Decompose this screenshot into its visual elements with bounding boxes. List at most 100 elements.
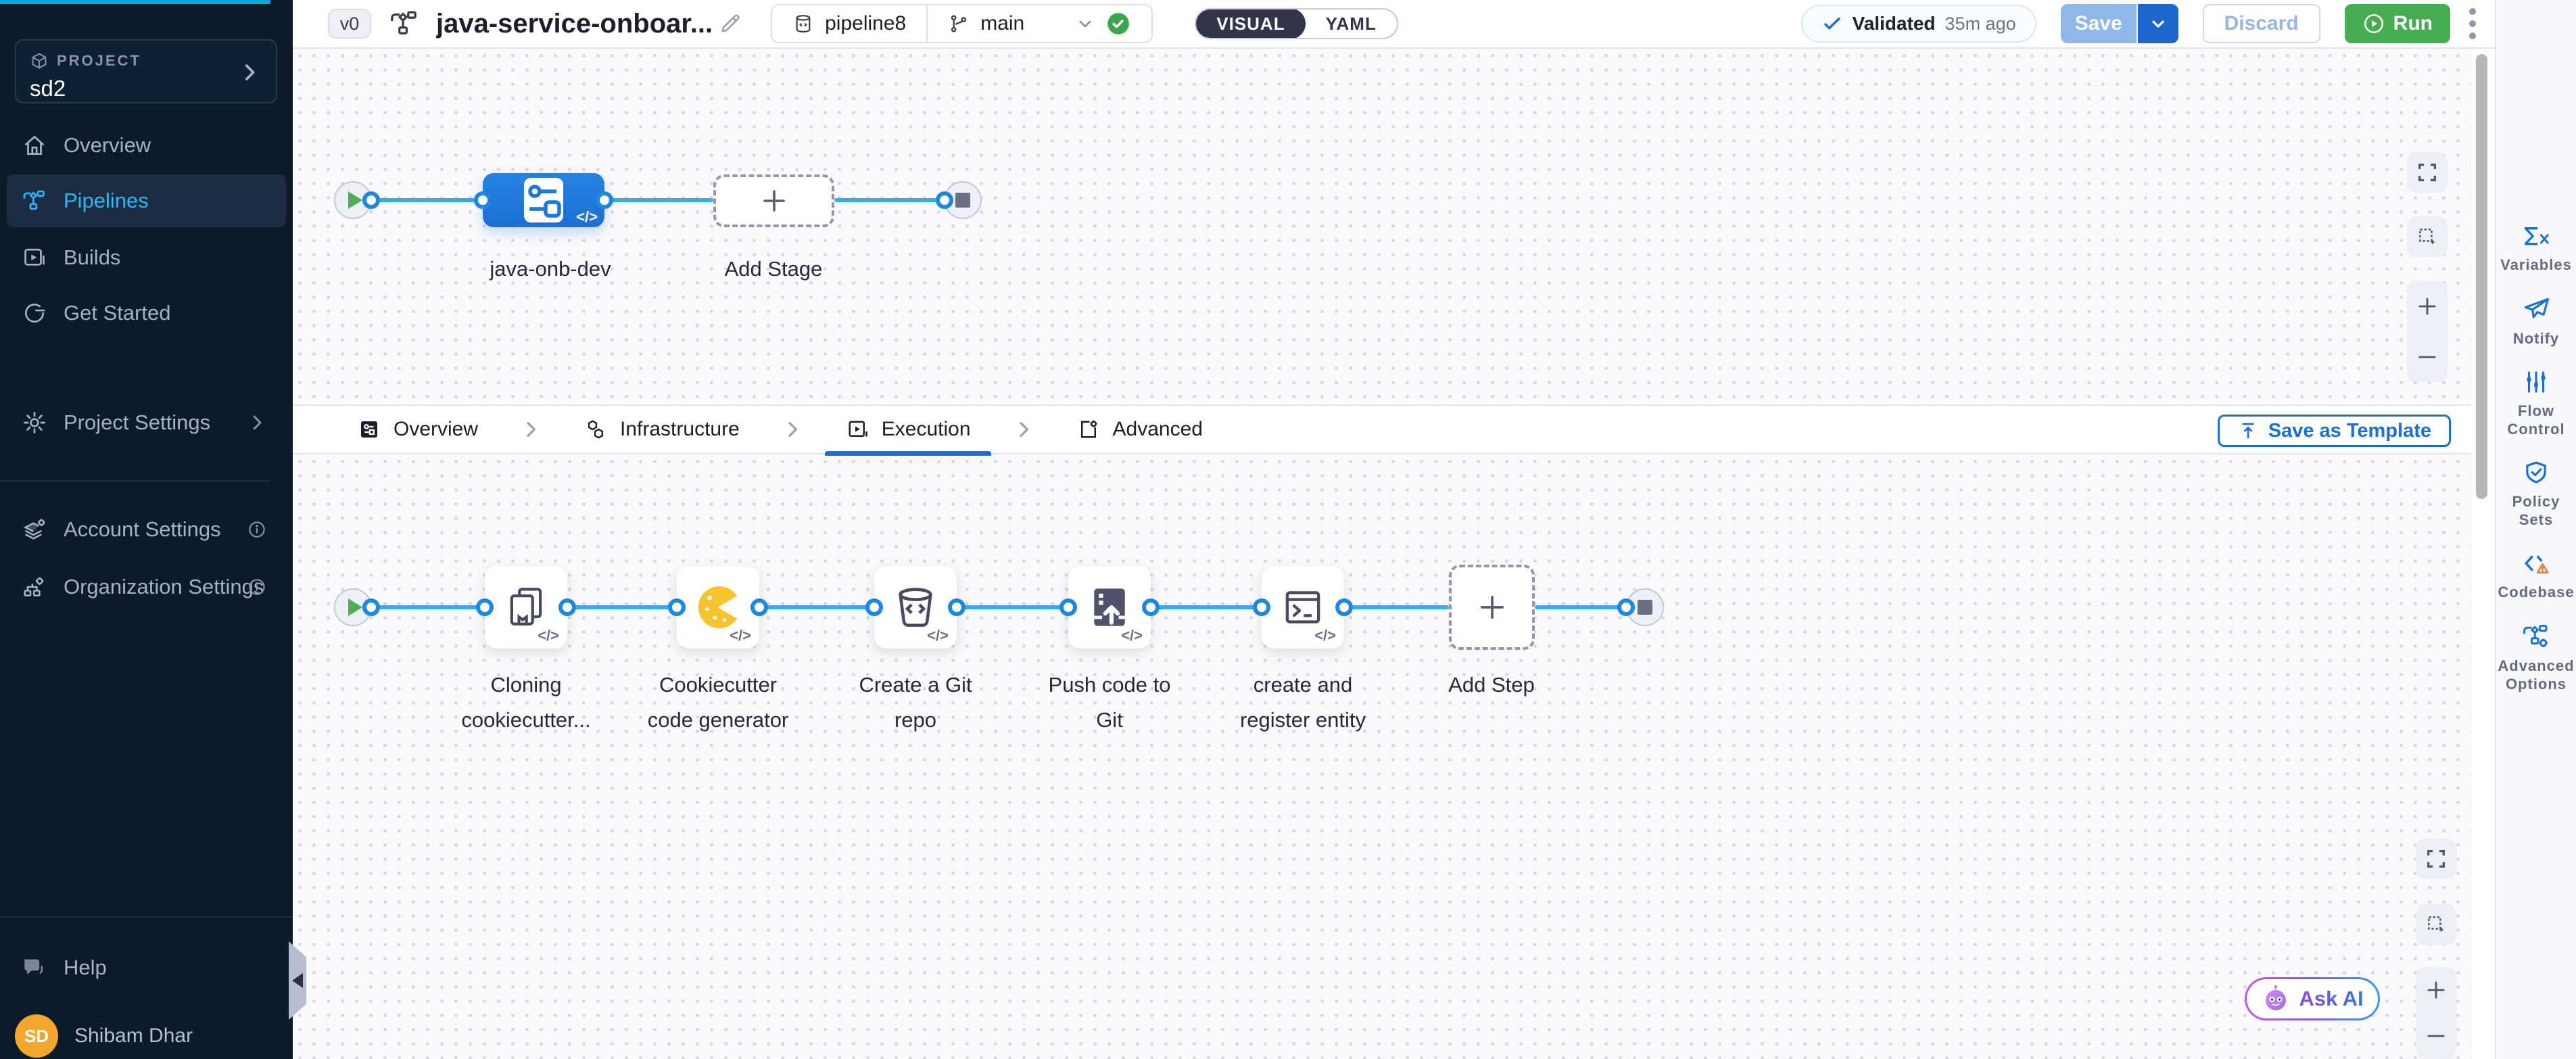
chevron-right-icon: [1013, 419, 1034, 440]
edit-pencil-icon[interactable]: [718, 11, 742, 36]
pipeline-select[interactable]: pipeline8: [772, 5, 926, 42]
branch-select[interactable]: main: [928, 5, 1151, 42]
sidebar-divider: [0, 916, 293, 918]
rail-item-advanced-options[interactable]: Advanced Options: [2498, 621, 2574, 693]
rail-item-policy-sets[interactable]: Policy Sets: [2498, 458, 2574, 529]
run-button[interactable]: Run: [2345, 4, 2450, 43]
chevron-down-icon: [2149, 14, 2168, 33]
stage-node-java-onb-dev[interactable]: </>: [483, 173, 604, 227]
zoom-out-icon[interactable]: [2423, 1023, 2449, 1049]
account-settings-icon: [22, 517, 47, 542]
selection-icon: [2416, 225, 2439, 248]
toggle-visual[interactable]: VISUAL: [1196, 8, 1305, 39]
sidebar-item-label: Overview: [64, 133, 151, 158]
pipeline-title: java-service-onboar...: [436, 9, 713, 39]
fit-to-screen-button[interactable]: [2407, 216, 2448, 257]
fullscreen-button[interactable]: [2407, 152, 2448, 193]
save-as-template-label: Save as Template: [2268, 420, 2431, 442]
add-step-button[interactable]: [1449, 565, 1535, 650]
sidebar-item-builds[interactable]: Builds: [7, 231, 286, 284]
step-node-cookiecutter-generator[interactable]: </>: [677, 566, 759, 649]
builds-icon: [22, 245, 47, 270]
tab-overview[interactable]: Overview: [357, 404, 478, 454]
more-options-kebab-icon[interactable]: [2469, 8, 2476, 39]
connector: [957, 605, 1068, 609]
rail-item-flow-control[interactable]: Flow Control: [2498, 368, 2574, 438]
save-options-button[interactable]: [2137, 4, 2178, 43]
connector: [1151, 605, 1262, 609]
node-port: [596, 191, 613, 209]
sidebar-item-label: Pipelines: [64, 189, 149, 213]
pipeline-branch-selector: pipeline8 main: [771, 4, 1153, 43]
zoom-in-icon[interactable]: [2414, 293, 2440, 319]
discard-button[interactable]: Discard: [2203, 4, 2320, 43]
execution-graph-canvas[interactable]: </> Cloningcookiecutter... </> Cookiecut…: [293, 454, 2471, 1059]
tab-infrastructure[interactable]: Infrastructure: [583, 404, 740, 454]
node-port: [1059, 598, 1077, 616]
validated-status: Validated 35m ago: [1801, 5, 2036, 43]
add-stage-button[interactable]: [713, 174, 834, 227]
zoom-in-icon[interactable]: [2423, 977, 2449, 1003]
tab-execution[interactable]: Execution: [845, 404, 971, 454]
version-badge: v0: [328, 9, 371, 39]
play-icon: [348, 598, 362, 616]
rail-label: Advanced Options: [2498, 657, 2574, 693]
plus-icon: [1475, 590, 1510, 625]
validated-label: Validated: [1853, 13, 1936, 34]
save-as-template-button[interactable]: Save as Template: [2218, 415, 2451, 447]
get-started-icon: [22, 300, 47, 326]
rail-item-codebase[interactable]: Codebase: [2498, 549, 2574, 601]
step-node-cloning-cookiecutter[interactable]: </>: [485, 566, 567, 649]
stage-graph-canvas[interactable]: </> java-onb-dev Add Stage: [293, 49, 2471, 404]
user-name: Shibam Dhar: [74, 1025, 193, 1048]
project-selector[interactable]: PROJECT sd2: [15, 39, 277, 103]
git-clone-icon: [500, 581, 552, 634]
step-node-create-register-entity[interactable]: </>: [1262, 566, 1344, 649]
step-label: Push code toGit: [1001, 667, 1218, 738]
fit-to-screen-button[interactable]: [2416, 904, 2456, 945]
advanced-tab-icon: [1076, 417, 1101, 442]
sidebar-item-get-started[interactable]: Get Started: [7, 287, 286, 339]
pipeline-store-icon: [792, 13, 814, 34]
tab-advanced[interactable]: Advanced: [1076, 404, 1203, 454]
step-node-push-code-to-git[interactable]: </>: [1068, 566, 1151, 649]
advanced-options-icon: [2521, 621, 2551, 651]
rail-item-notify[interactable]: Notify: [2498, 294, 2574, 348]
pipelines-icon: [22, 188, 47, 214]
sidebar-item-label: Project Settings: [64, 410, 210, 435]
node-port: [476, 598, 494, 616]
fullscreen-button[interactable]: [2416, 839, 2456, 879]
node-port: [948, 598, 965, 616]
chevron-down-icon: [1076, 14, 1095, 33]
rail-item-variables[interactable]: Variables: [2498, 223, 2574, 274]
save-button[interactable]: Save: [2061, 4, 2137, 43]
code-badge: </>: [538, 627, 559, 644]
sidebar-item-project-settings[interactable]: Project Settings: [7, 396, 286, 449]
node-port: [1142, 598, 1160, 616]
sidebar-item-account-settings[interactable]: Account Settings: [7, 503, 286, 556]
infrastructure-tab-icon: [583, 417, 608, 442]
sidebar-item-overview[interactable]: Overview: [7, 119, 286, 172]
sidebar-item-label: Get Started: [64, 301, 171, 325]
run-play-icon: [2362, 12, 2385, 35]
toggle-yaml[interactable]: YAML: [1306, 8, 1397, 39]
node-port: [1253, 598, 1270, 616]
node-port: [865, 598, 883, 616]
step-label: Cloningcookiecutter...: [418, 667, 634, 738]
node-port: [668, 598, 686, 616]
sidebar-item-organization-settings[interactable]: Organization Settings: [7, 561, 286, 613]
zoom-out-icon[interactable]: [2414, 344, 2440, 370]
tab-label: Infrastructure: [620, 418, 740, 441]
chevron-right-icon: [782, 419, 803, 440]
create-repo-icon: [889, 581, 942, 634]
sidebar-item-pipelines[interactable]: Pipelines: [7, 174, 286, 227]
step-node-create-git-repo[interactable]: </>: [874, 566, 957, 649]
ask-ai-button[interactable]: Ask AI: [2245, 977, 2380, 1020]
pipeline-header: v0 java-service-onboar... pipeline8 main…: [293, 0, 2495, 49]
pipeline-tree-icon: [389, 8, 420, 39]
user-menu[interactable]: SD Shibam Dhar: [15, 1014, 193, 1058]
rail-label: Variables: [2500, 256, 2572, 274]
connector: [567, 605, 677, 609]
vertical-scrollbar[interactable]: [2476, 54, 2487, 499]
sidebar-item-help[interactable]: ? Help: [7, 941, 286, 994]
